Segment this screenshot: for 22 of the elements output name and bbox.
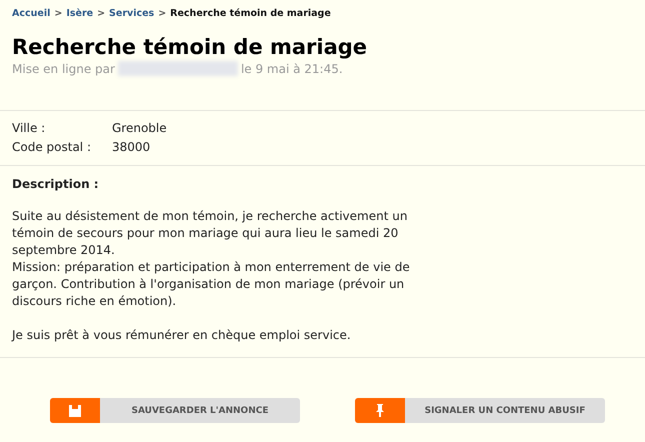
page-title: Recherche témoin de mariage (12, 35, 368, 60)
breadcrumb-link[interactable]: Accueil (12, 8, 50, 19)
detail-value: Grenoble (112, 120, 167, 137)
floppy-icon (69, 404, 81, 416)
report-button[interactable]: SIGNALER UN CONTENU ABUSIF (355, 398, 605, 423)
save-button[interactable]: SAUVEGARDER L'ANNONCE (50, 398, 300, 423)
description-text: Suite au désistement de mon témoin, je recherche activement un témoin de secours pour mon mariage qui aura lieu le samedi 20 septembre 2014. (12, 208, 408, 259)
breadcrumb-link[interactable]: Services (109, 8, 154, 19)
posted-label: Mise en ligne par (12, 62, 115, 76)
description-text: Mission: préparation et participation à mon enterrement de vie de garçon. Contribution à l'organisation de mon mariage (prévoir un discours riche en émotion). (12, 259, 411, 310)
breadcrumb-separator: > (158, 8, 166, 19)
breadcrumb-separator: > (97, 8, 106, 19)
breadcrumb-current: Recherche témoin de mariage (170, 8, 331, 19)
detail-label: Code postal : (12, 139, 91, 156)
pin-icon (376, 404, 384, 417)
description-text: Je suis prêt à vous rémunérer en chèque emploi service. (12, 327, 352, 344)
detail-label: Ville : (12, 120, 46, 137)
breadcrumb-link[interactable]: Isère (66, 8, 94, 19)
posted-date: le 9 mai à 21:45. (240, 62, 343, 76)
description-heading: Description : (12, 176, 99, 193)
detail-value: 38000 (112, 139, 150, 156)
breadcrumb-separator: > (54, 8, 62, 19)
